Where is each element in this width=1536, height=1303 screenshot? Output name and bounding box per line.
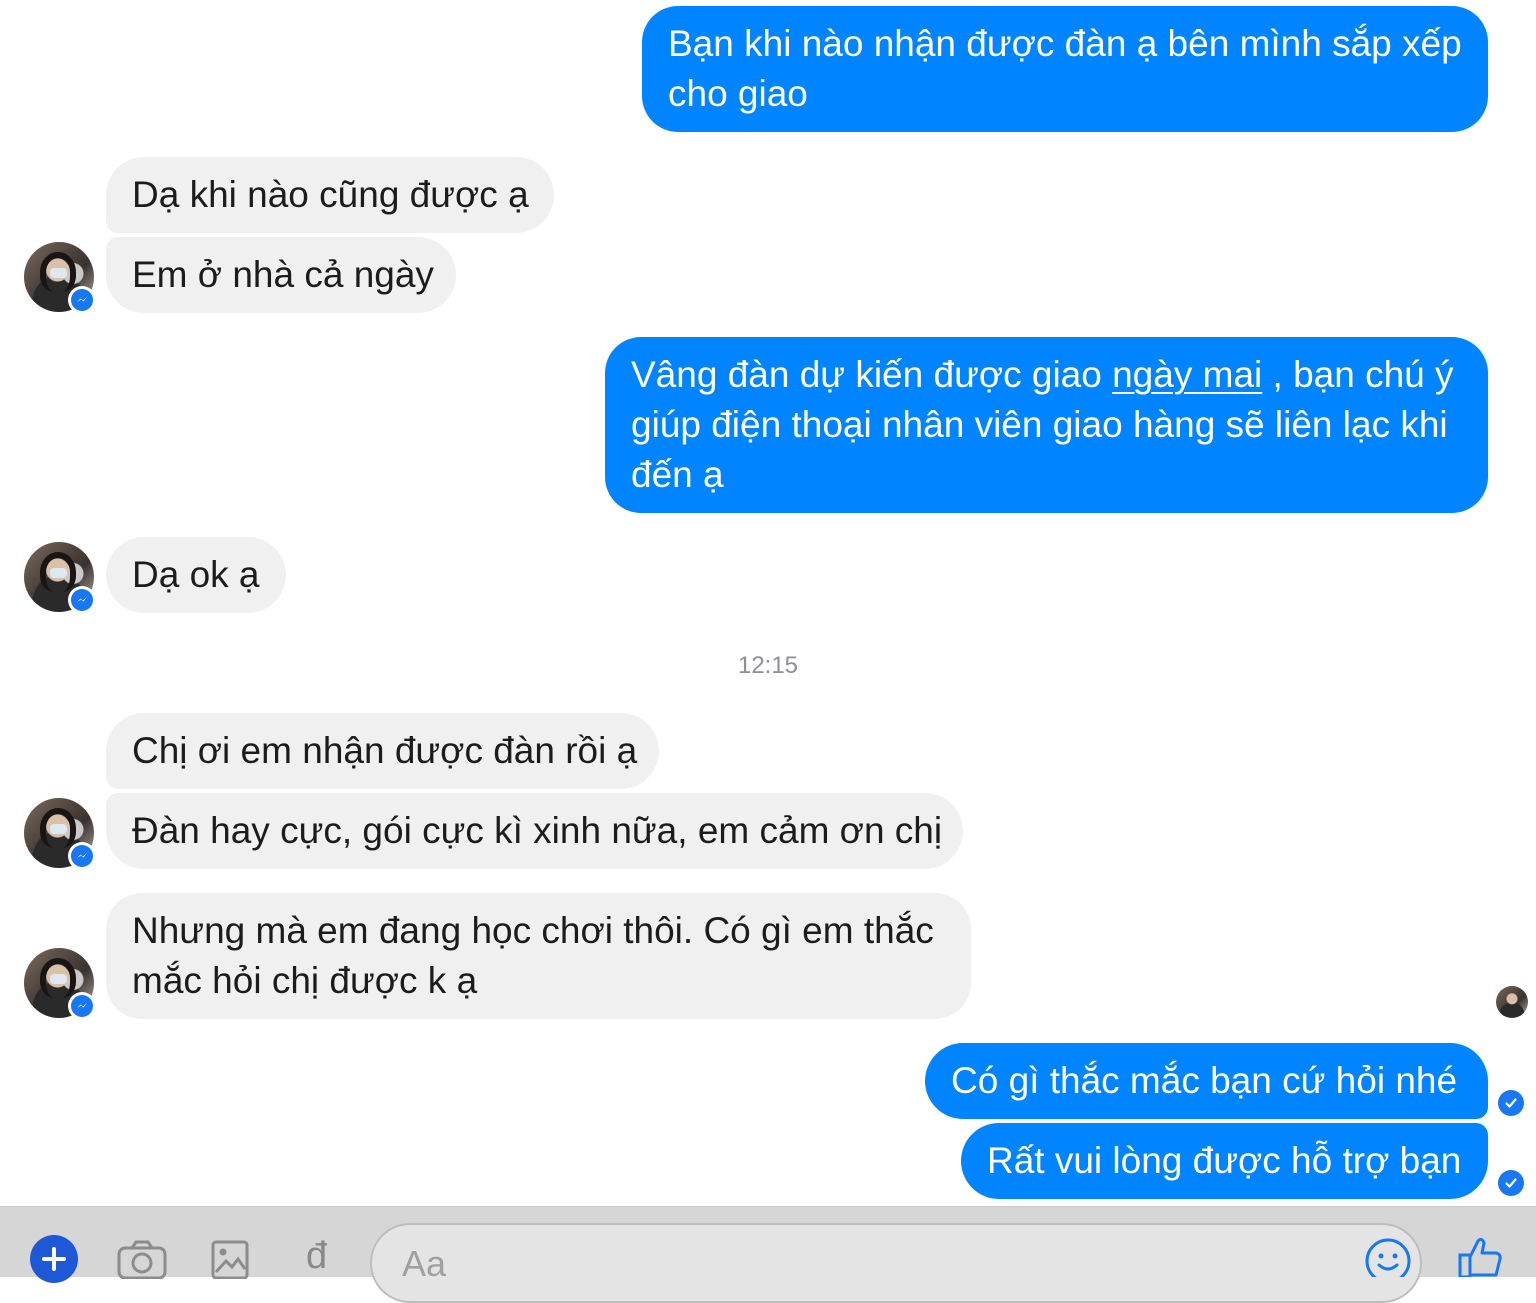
message-bubble-incoming[interactable]: Đàn hay cực, gói cực kì xinh nữa, em cảm… (106, 793, 963, 869)
message-text: mắc hỏi chị được k ạ (132, 960, 478, 1001)
contact-avatar[interactable] (24, 948, 96, 1020)
timestamp: 12:15 (737, 652, 799, 679)
message-bubble-outgoing[interactable]: Bạn khi nào nhận được đàn ạ bên mình sắp… (642, 6, 1488, 132)
messenger-badge-icon (68, 992, 96, 1020)
message-bubble-incoming[interactable]: Dạ khi nào cũng được ạ (106, 157, 554, 233)
message-text: Dạ ok ạ (132, 554, 260, 595)
camera-icon[interactable] (116, 1239, 168, 1284)
message-input[interactable]: Aa (370, 1223, 1422, 1303)
seen-indicator-avatar (1496, 986, 1528, 1018)
messenger-badge-icon (68, 586, 96, 614)
messenger-badge-icon (68, 286, 96, 314)
messenger-badge-icon (68, 842, 96, 870)
image-icon[interactable] (210, 1239, 250, 1284)
message-text: Em ở nhà cả ngày (132, 254, 434, 295)
message-text: Chị ơi em nhận được đàn rồi ạ (132, 730, 638, 771)
composer-bar: đ Aa (0, 1206, 1536, 1303)
message-bubble-incoming[interactable]: Chị ơi em nhận được đàn rồi ạ (106, 713, 659, 789)
message-bubble-outgoing[interactable]: Có gì thắc mắc bạn cứ hỏi nhé (925, 1043, 1488, 1119)
thumbs-up-icon[interactable] (1456, 1235, 1506, 1282)
message-text: Rất vui lòng được hỗ trợ bạn (987, 1140, 1462, 1181)
date-link[interactable]: ngày mai (1112, 354, 1262, 395)
contact-avatar[interactable] (24, 542, 96, 614)
message-bubble-outgoing[interactable]: Rất vui lòng được hỗ trợ bạn (961, 1123, 1488, 1199)
message-bubble-incoming[interactable]: Dạ ok ạ (106, 537, 286, 613)
contact-avatar[interactable] (24, 242, 96, 314)
message-text: , bạn chú ý (1262, 354, 1454, 395)
contact-avatar[interactable] (24, 798, 96, 870)
delivered-check-icon (1498, 1090, 1524, 1116)
message-text: Dạ khi nào cũng được ạ (132, 174, 529, 215)
delivered-check-icon (1498, 1170, 1524, 1196)
message-text: Đàn hay cực, gói cực kì xinh nữa, em cảm… (132, 810, 943, 851)
message-text: giúp điện thoại nhân viên giao hàng sẽ l… (631, 404, 1448, 445)
message-text: Bạn khi nào nhận được đàn ạ bên mình sắp… (668, 23, 1462, 64)
message-bubble-outgoing[interactable]: Vâng đàn dự kiến được giao ngày mai , bạ… (605, 337, 1488, 513)
message-text: cho giao (668, 73, 808, 114)
message-line: Vâng đàn dự kiến được giao ngày mai , bạ… (631, 354, 1454, 395)
message-text: Có gì thắc mắc bạn cứ hỏi nhé (951, 1060, 1458, 1101)
message-bubble-incoming[interactable]: Nhưng mà em đang học chơi thôi. Có gì em… (106, 893, 971, 1019)
message-text: Vâng đàn dự kiến được giao (631, 354, 1113, 395)
message-bubble-incoming[interactable]: Em ở nhà cả ngày (106, 237, 456, 313)
message-input-placeholder: Aa (402, 1243, 447, 1284)
message-text: đến ạ (631, 454, 724, 495)
emoji-icon[interactable] (1364, 1237, 1412, 1284)
message-text: Nhưng mà em đang học chơi thôi. Có gì em… (132, 910, 934, 951)
currency-icon[interactable]: đ (306, 1235, 327, 1278)
